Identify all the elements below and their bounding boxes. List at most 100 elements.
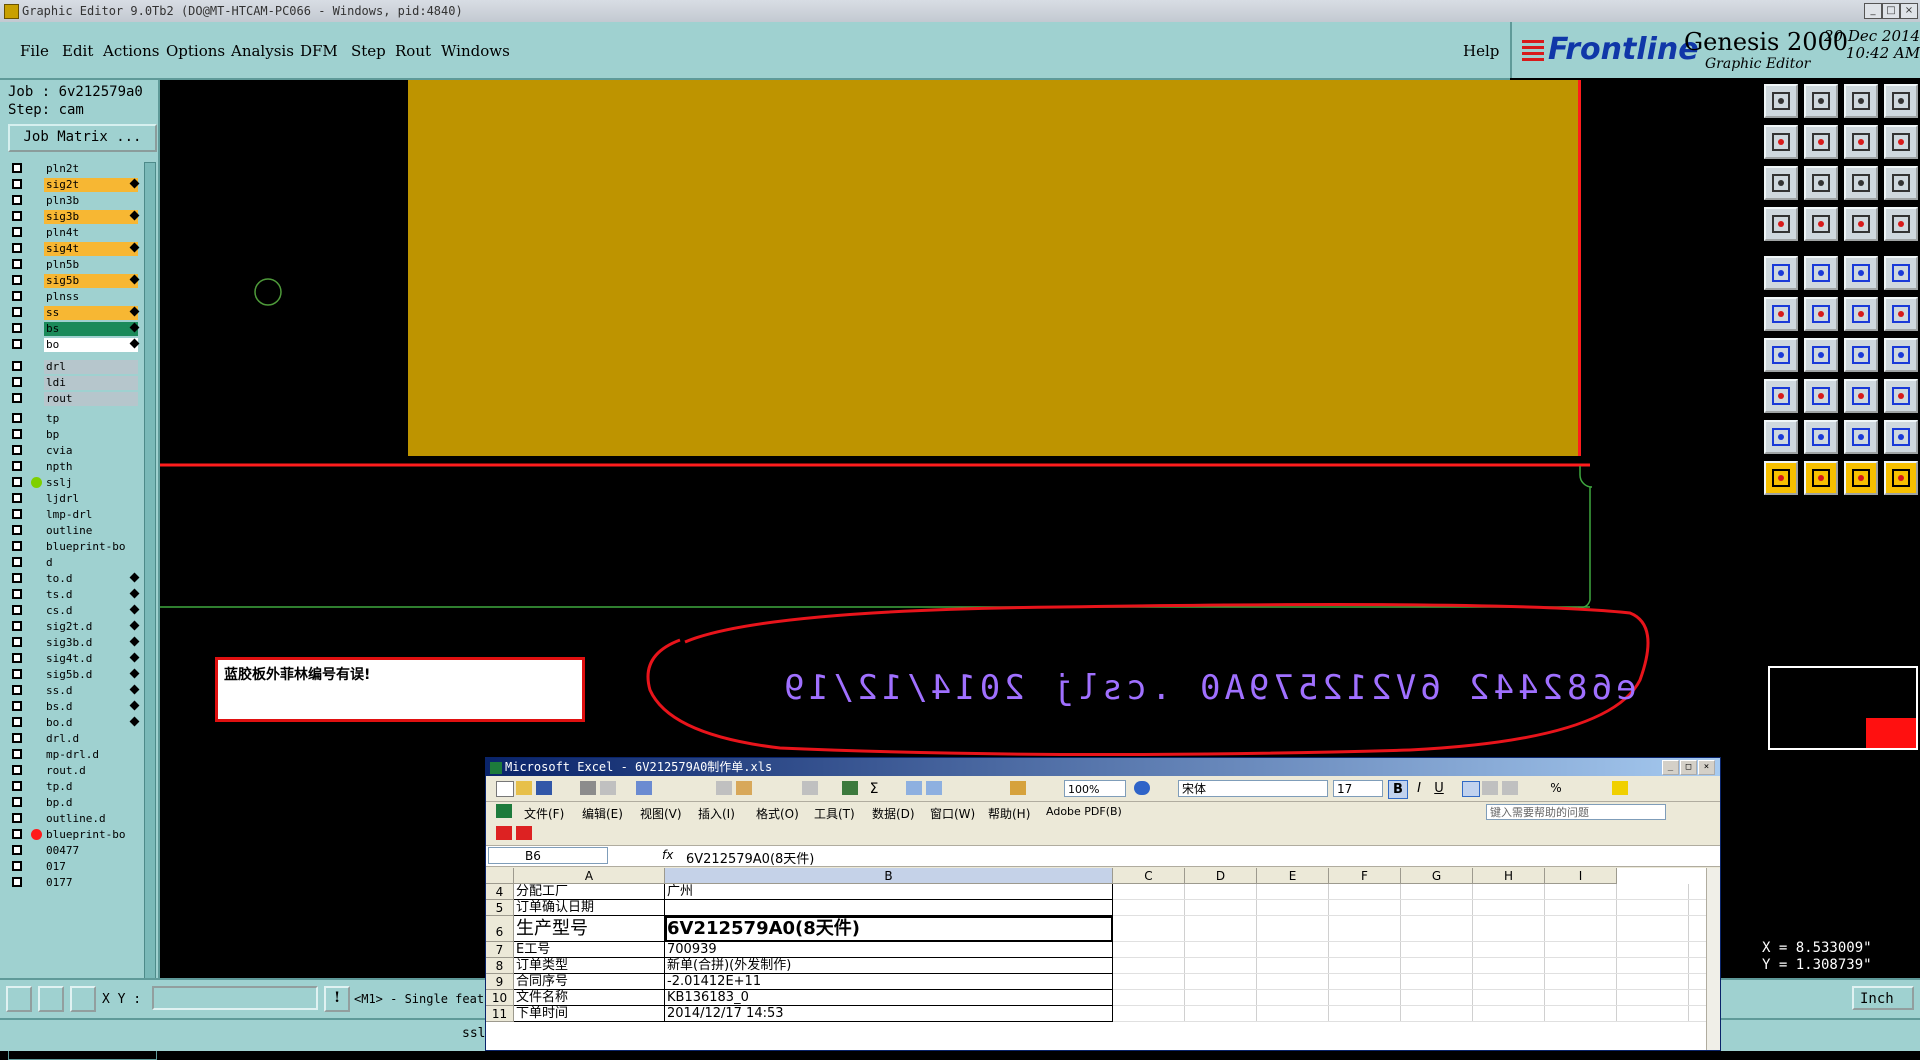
circle-icon[interactable] [1884,256,1918,290]
layer-checkbox[interactable] [12,243,22,253]
cross-icon[interactable] [1804,297,1838,331]
line-icon[interactable] [1804,338,1838,372]
measure-grid-icon[interactable] [1884,207,1918,241]
layer-checkbox[interactable] [12,573,22,583]
grid-icon[interactable] [70,986,96,1012]
right-icon[interactable] [1804,125,1838,159]
help-icon[interactable] [1884,166,1918,200]
triangle-icon[interactable] [1764,420,1798,454]
sort-ascending-icon[interactable] [906,781,922,795]
menu-help[interactable]: Help [1463,42,1499,60]
layer-checkbox[interactable] [12,797,22,807]
menu-edit[interactable]: Edit [62,42,93,60]
layer-row[interactable]: sig3b [8,210,140,224]
layer-row[interactable]: bo.d [8,716,140,730]
left-icon[interactable] [1764,125,1798,159]
layer-row[interactable]: pln3b [8,194,140,208]
fill-color-icon[interactable] [1612,781,1628,795]
layer-row[interactable]: ljdrl [8,492,140,506]
measure-icon[interactable] [38,986,64,1012]
cell-a[interactable]: 订单确认日期 [514,900,665,916]
measure-red-icon[interactable] [1844,207,1878,241]
menu-actions[interactable]: Actions [103,42,159,60]
cell-b[interactable]: 2014/12/17 14:53 [665,1006,1113,1022]
excel-menu-file[interactable]: 文件(F) [524,805,564,822]
empty-cells[interactable] [1113,900,1706,916]
cell-b[interactable]: 6V212579A0(8天件) [665,916,1113,942]
new-file-icon[interactable] [496,781,514,797]
name-box[interactable]: B6 [488,847,608,864]
layer-row[interactable]: plnss [8,290,140,304]
excel-minimize-button[interactable]: _ [1662,760,1679,775]
layer-checkbox[interactable] [12,339,22,349]
row-header[interactable]: 4 [486,884,514,900]
layer-checkbox[interactable] [12,477,22,487]
menu-options[interactable]: Options [166,42,225,60]
split-icon[interactable] [1884,125,1918,159]
copy-feature-icon[interactable] [1884,379,1918,413]
menu-dfm[interactable]: DFM [300,42,338,60]
empty-cells[interactable] [1113,974,1706,990]
snap-icon[interactable] [1764,207,1798,241]
layer-checkbox[interactable] [12,361,22,371]
angle-line-icon[interactable] [1764,338,1798,372]
layer-row[interactable]: to.d [8,572,140,586]
pad-icon[interactable] [1804,207,1838,241]
layer-row[interactable]: d [8,556,140,570]
arc-icon[interactable] [1844,338,1878,372]
layer-row[interactable]: 0177 [8,876,140,890]
layer-checkbox[interactable] [12,541,22,551]
menu-file[interactable]: File [20,42,49,60]
empty-cells[interactable] [1113,942,1706,958]
ruler-icon[interactable] [1844,256,1878,290]
overview-minimap[interactable] [1768,666,1918,750]
select-all-corner[interactable] [486,868,514,884]
percent-icon[interactable]: % [1548,781,1564,795]
layer-checkbox[interactable] [12,429,22,439]
cell-a[interactable]: 文件名称 [514,990,665,1006]
layer-row[interactable]: ss [8,306,140,320]
excel-menu-data[interactable]: 数据(D) [872,805,915,822]
row-header[interactable]: 9 [486,974,514,990]
layer-row[interactable]: lmp-drl [8,508,140,522]
zoom-fit-icon[interactable] [1764,166,1798,200]
unit-selector[interactable]: Inch [1852,986,1914,1010]
layer-row[interactable]: cs.d [8,604,140,618]
triangle-fill-icon[interactable] [1844,420,1878,454]
layer-row[interactable]: ts.d [8,588,140,602]
excel-menu-format[interactable]: 格式(O) [756,805,799,822]
column-header-c[interactable]: C [1113,868,1185,884]
layer-row[interactable]: rout.d [8,764,140,778]
job-matrix-button[interactable]: Job Matrix ... [8,124,157,152]
undo-icon[interactable] [802,781,818,795]
layer-checkbox[interactable] [12,845,22,855]
column-header-b[interactable]: B [665,868,1113,884]
column-header-e[interactable]: E [1257,868,1329,884]
connect-nodes-icon[interactable] [1764,297,1798,331]
snap-mode-icon[interactable] [6,986,32,1012]
layer-row[interactable]: sslj [8,476,140,490]
layer-checkbox[interactable] [12,163,22,173]
print-icon[interactable] [580,781,596,795]
save-icon[interactable] [536,781,552,795]
layer-checkbox[interactable] [12,765,22,775]
menu-rout[interactable]: Rout [395,42,431,60]
row-header[interactable]: 8 [486,958,514,974]
font-size-select[interactable]: 17 [1333,780,1383,797]
layer-checkbox[interactable] [12,323,22,333]
cell-a[interactable]: 生产型号 [514,916,665,942]
move-node-icon[interactable] [1884,297,1918,331]
autosum-icon[interactable]: Σ [866,781,882,797]
cell-a[interactable]: E工号 [514,942,665,958]
row-header[interactable]: 6 [486,916,514,942]
add-pad-icon[interactable] [1764,256,1798,290]
empty-cells[interactable] [1113,884,1706,900]
menu-windows[interactable]: Windows [441,42,510,60]
layer-checkbox[interactable] [12,829,22,839]
layer-row[interactable]: sig2t [8,178,140,192]
spreadsheet-grid[interactable]: A B C D E F G H I 4 分配工厂 广州 5 订单确认日期 6 生产型号 6V212579A0(8… [486,868,1706,1050]
empty-cells[interactable] [1113,958,1706,974]
column-header-d[interactable]: D [1185,868,1257,884]
excel-menu-insert[interactable]: 插入(I) [698,805,735,822]
layer-checkbox[interactable] [12,861,22,871]
